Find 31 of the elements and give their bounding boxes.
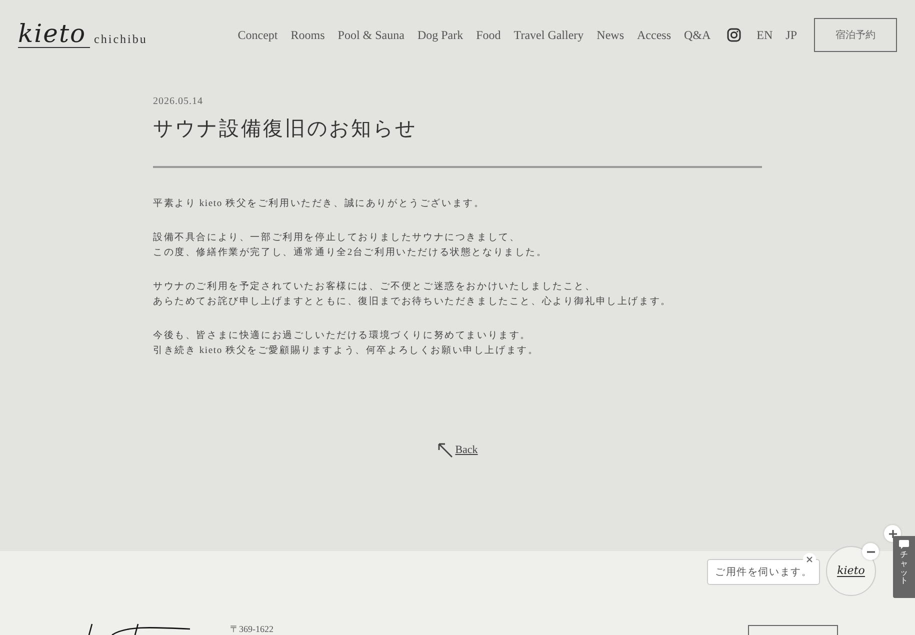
nav-link[interactable]: Rooms [290,28,325,42]
close-icon [806,556,813,563]
nav-link[interactable]: Concept [238,28,278,42]
language-link[interactable]: EN [756,28,773,42]
nav-link[interactable]: Dog Park [417,28,464,42]
back-link[interactable]: Back [455,444,478,456]
chat-tab-label: チャット [900,551,908,586]
article-paragraph: 設備不具合により、一部ご利用を停止しておりましたサウナにつきまして、 この度、修繕作業が完了し、通常通り全2台ご利用いただける状態となりました。 [153,231,548,260]
nav-link[interactable]: Access [637,28,671,42]
nav-link[interactable]: News [596,28,624,42]
plus-icon [888,530,896,538]
instagram-icon[interactable] [726,28,741,42]
nav-link[interactable]: Pool & Sauna [338,28,404,42]
article-paragraph: 平素より kieto 秩父をご利用いただき、誠にありがとうございます。 [153,197,486,211]
nav-link[interactable]: Q&A [684,28,711,42]
article-title: サウナ設備復旧のお知らせ [153,117,418,142]
arrow-icon [437,442,454,458]
booking-button[interactable]: 宿泊予約 [814,18,897,52]
chat-bubble-icon [899,540,909,549]
nav-link[interactable]: Travel Gallery [514,28,584,42]
site-logo[interactable]: kieto chichibu [18,22,148,48]
minimize-button[interactable] [862,543,879,560]
nav-link[interactable]: Food [476,28,501,42]
avatar-logo: kieto [837,566,865,576]
postal-code: 〒369-1622 [230,624,274,635]
article-paragraph: サウナのご利用を予定されていたお客様には、ご不便とご迷惑をおかけいたしましたこと、 あらためてお詫び申し上げますとともに、復旧までお待ちいただきましたこと、心より御礼申し上げます。 [153,280,672,309]
language-link[interactable]: JP [786,28,797,42]
chat-greeting: ご用件を伺います。 [707,559,820,585]
chat-tab[interactable]: チャット [893,536,915,598]
article-date: 2026.05.14 [153,96,204,107]
article-paragraph: 今後も、皆さまに快適にお過ごしいただける環境づくりに努めてまいります。 引き続き kieto 秩父をご愛顧賜りますよう、何卒よろしくお願い申し上げます。 [153,329,540,358]
